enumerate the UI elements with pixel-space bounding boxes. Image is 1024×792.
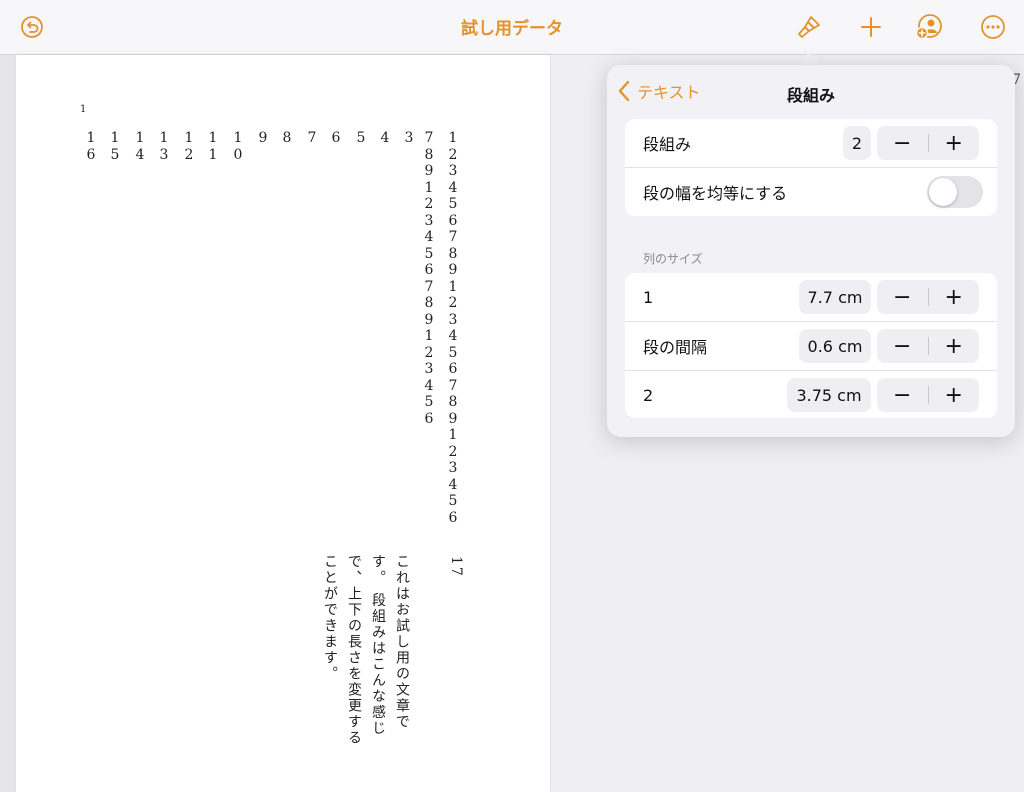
column-2-size-row: 2 3.75 cm − + xyxy=(625,370,997,419)
column-1-label: 1 xyxy=(643,287,654,307)
increment-button[interactable]: + xyxy=(928,329,979,363)
previous-page-edge xyxy=(0,55,17,792)
undo-button[interactable] xyxy=(15,10,49,44)
add-person-icon xyxy=(915,14,942,40)
document-page[interactable] xyxy=(16,55,550,792)
body-text[interactable]: これはお試し用の文章です。 段組みはこんな感じで、上下の長さを変更することができ… xyxy=(318,554,414,754)
text-column: 1 4 xyxy=(135,130,145,163)
column-1-width-value[interactable]: 7.7 cm xyxy=(799,280,871,314)
toolbar: 試し用データ xyxy=(0,0,1024,55)
columns-count-value[interactable]: 2 xyxy=(843,126,871,160)
column-1-size-row: 1 7.7 cm − + xyxy=(625,273,997,321)
decrement-button[interactable]: − xyxy=(877,329,928,363)
collaborate-button[interactable] xyxy=(912,10,946,44)
text-column: 8 xyxy=(282,130,292,146)
columns-count-label: 段組み xyxy=(643,135,692,154)
text-column: 6 xyxy=(331,130,341,146)
decrement-button[interactable]: − xyxy=(877,280,928,314)
popover-arrow xyxy=(797,52,821,66)
column-2-label: 2 xyxy=(643,385,654,405)
text-column: 1 0 xyxy=(233,130,243,163)
document-title[interactable]: 試し用データ xyxy=(362,14,662,39)
insert-button[interactable] xyxy=(854,10,888,44)
more-icon xyxy=(981,15,1005,39)
text-column: 5 xyxy=(356,130,366,146)
increment-button[interactable]: + xyxy=(928,126,979,160)
format-button[interactable] xyxy=(792,10,826,44)
column-gap-stepper: − + xyxy=(877,329,979,363)
more-button[interactable] xyxy=(976,10,1010,44)
text-column: 9 xyxy=(258,130,268,146)
equal-width-label: 段の幅を均等にする xyxy=(643,184,788,203)
text-column: 7 8 9 1 2 3 4 5 6 7 8 9 1 2 3 4 5 6 xyxy=(424,130,434,427)
columns-popover: テキスト 段組み 段組み 2 − + 段の幅を均等にする 列のサイズ 1 7.7… xyxy=(607,65,1015,437)
column-gap-label: 段の間隔 xyxy=(643,338,708,357)
increment-button[interactable]: + xyxy=(928,378,979,412)
column-1-width-stepper: − + xyxy=(877,280,979,314)
equal-width-toggle[interactable] xyxy=(927,176,983,208)
column-size-group: 1 7.7 cm − + 段の間隔 0.6 cm − + 2 3.75 cm − xyxy=(625,273,997,418)
column-size-section-label: 列のサイズ xyxy=(643,252,703,266)
decrement-button[interactable]: − xyxy=(877,126,928,160)
decrement-button[interactable]: − xyxy=(877,378,928,412)
columns-settings-group: 段組み 2 − + 段の幅を均等にする xyxy=(625,119,997,216)
text-column: 1 2 xyxy=(184,130,194,163)
text-column: 1 5 xyxy=(110,130,120,163)
increment-button[interactable]: + xyxy=(928,280,979,314)
equal-width-row: 段の幅を均等にする xyxy=(625,167,997,216)
undo-icon xyxy=(21,16,43,38)
column-2-width-stepper: − + xyxy=(877,378,979,412)
popover-title: 段組み xyxy=(786,86,835,105)
paragraph-number: 17 xyxy=(448,556,464,578)
column-2-width-value[interactable]: 3.75 cm xyxy=(787,378,871,412)
plus-icon xyxy=(861,17,881,37)
columns-count-stepper: − + xyxy=(877,126,979,160)
column-gap-value[interactable]: 0.6 cm xyxy=(799,329,871,363)
page-number: 1 xyxy=(80,104,87,115)
text-column: 1 3 xyxy=(159,130,169,163)
text-column: 1 1 xyxy=(208,130,218,163)
column-gap-row: 段の間隔 0.6 cm − + xyxy=(625,321,997,370)
text-column: 7 xyxy=(307,130,317,146)
toggle-knob xyxy=(929,178,957,206)
text-column: 4 xyxy=(380,130,390,146)
text-column: 1 2 3 4 5 6 7 8 9 1 2 3 4 5 6 7 8 9 1 2 … xyxy=(448,130,458,526)
paintbrush-icon xyxy=(798,16,820,38)
columns-count-row: 段組み 2 − + xyxy=(625,119,997,167)
text-column: 1 6 xyxy=(86,130,96,163)
